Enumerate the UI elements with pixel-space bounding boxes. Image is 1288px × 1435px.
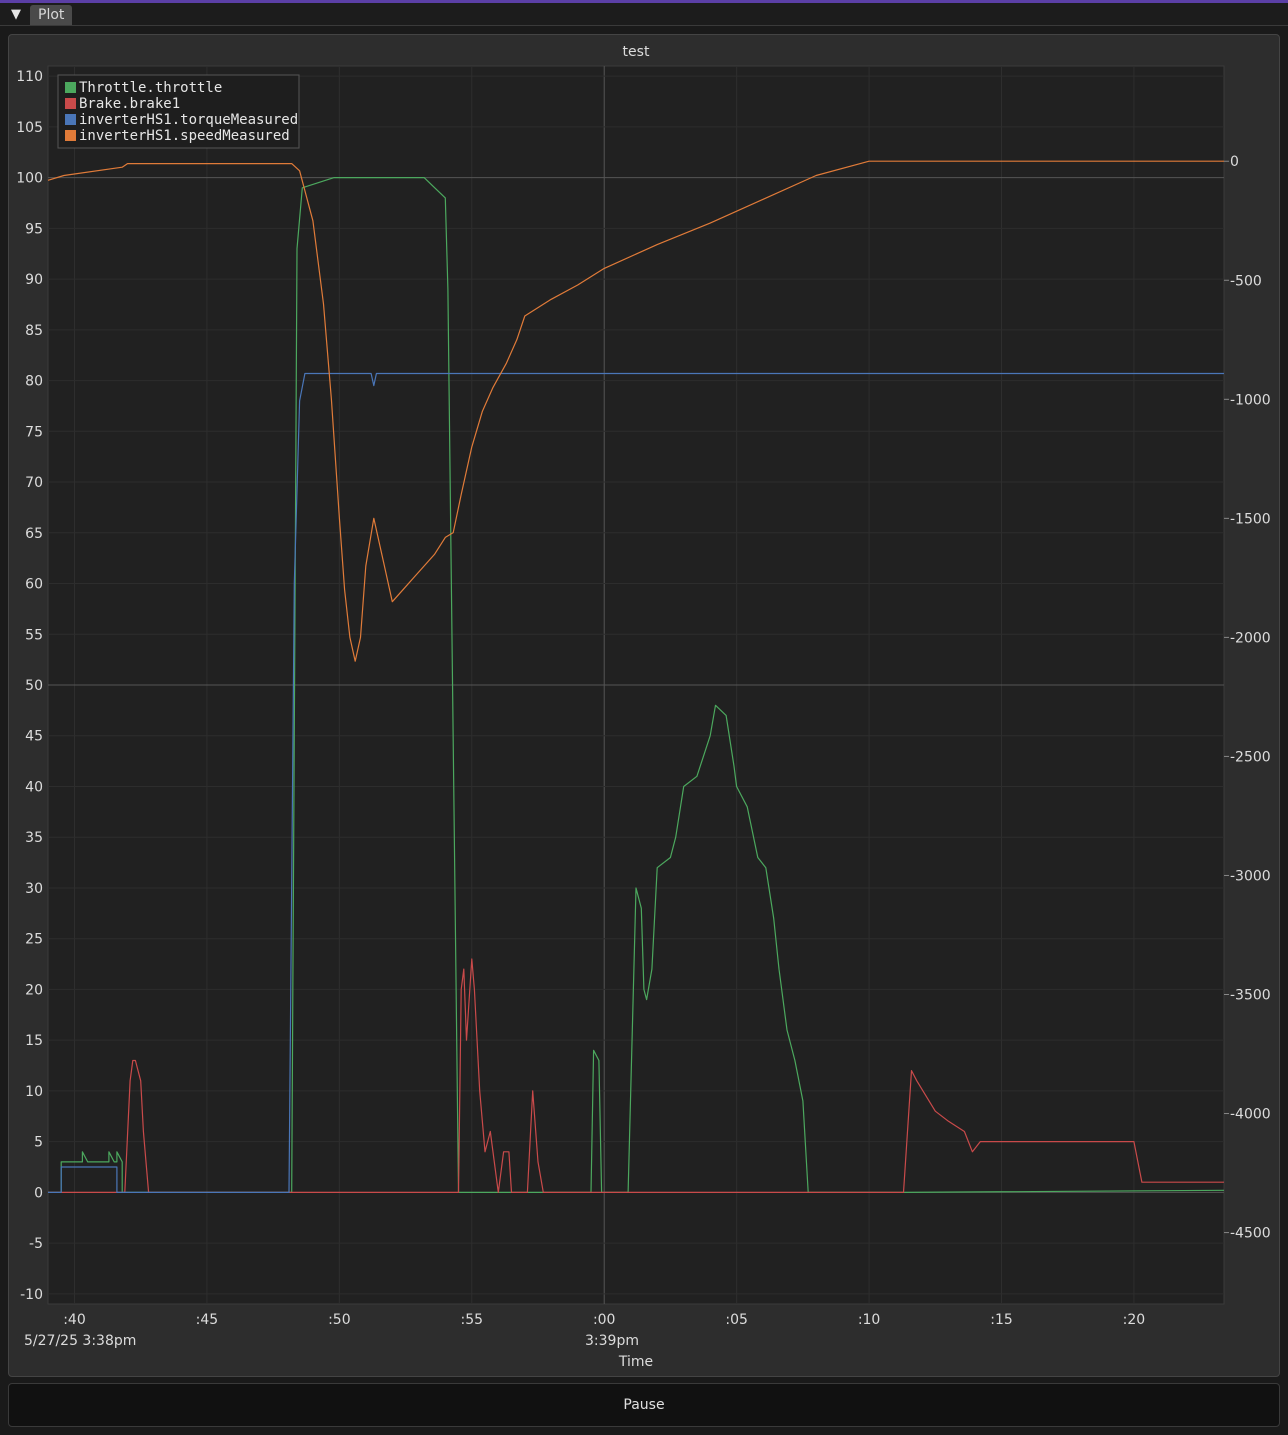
y-left-tick-label: 95 — [25, 221, 43, 237]
y-left-tick-label: 110 — [16, 69, 43, 85]
x-tick-label: :45 — [196, 1312, 219, 1328]
legend-swatch-throttle — [65, 82, 76, 93]
y-left-tick-label: 55 — [25, 627, 43, 643]
y-left-tick-label: 25 — [25, 932, 43, 948]
date-label-left: 5/27/25 3:38pm — [24, 1333, 136, 1349]
y-right-tick-label: -4500 — [1230, 1226, 1271, 1242]
y-left-tick-label: -5 — [29, 1236, 43, 1252]
y-left-tick-label: 45 — [25, 729, 43, 745]
legend-label-throttle[interactable]: Throttle.throttle — [79, 80, 222, 96]
legend-label-speed[interactable]: inverterHS1.speedMeasured — [79, 128, 290, 144]
y-left-tick-label: 40 — [25, 779, 43, 795]
y-right-tick-label: -3500 — [1230, 988, 1271, 1004]
y-left-tick-label: 35 — [25, 830, 43, 846]
x-axis-label: Time — [618, 1354, 653, 1370]
y-right-tick-label: -2500 — [1230, 749, 1271, 765]
y-left-tick-label: 10 — [25, 1084, 43, 1100]
x-tick-label: :05 — [725, 1312, 748, 1328]
x-tick-label: :50 — [328, 1312, 351, 1328]
x-tick-label: :55 — [461, 1312, 484, 1328]
y-right-tick-label: -1500 — [1230, 511, 1271, 527]
plot-title: test — [623, 44, 650, 60]
y-right-tick-label: -2000 — [1230, 630, 1271, 646]
y-left-tick-label: 15 — [25, 1033, 43, 1049]
pause-button[interactable]: Pause — [8, 1383, 1280, 1427]
x-tick-label: :00 — [593, 1312, 616, 1328]
y-right-tick-label: -4000 — [1230, 1107, 1271, 1123]
y-left-tick-label: 75 — [25, 424, 43, 440]
y-left-tick-label: 5 — [34, 1135, 43, 1151]
y-left-tick-label: 85 — [25, 323, 43, 339]
y-left-tick-label: -10 — [20, 1287, 43, 1303]
legend-label-torque[interactable]: inverterHS1.torqueMeasured — [79, 112, 298, 128]
y-right-tick-label: -1000 — [1230, 392, 1271, 408]
y-left-tick-label: 30 — [25, 881, 43, 897]
y-right-tick-label: -500 — [1230, 273, 1262, 289]
legend-swatch-brake — [65, 98, 76, 109]
x-tick-label: :10 — [858, 1312, 881, 1328]
y-left-tick-label: 65 — [25, 526, 43, 542]
y-left-tick-label: 105 — [16, 120, 43, 136]
x-tick-label: :40 — [63, 1312, 86, 1328]
y-left-tick-label: 80 — [25, 374, 43, 390]
x-tick-label: :15 — [990, 1312, 1013, 1328]
y-right-tick-label: -3000 — [1230, 868, 1271, 884]
date-label-center: 3:39pm — [585, 1333, 639, 1349]
x-tick-label: :20 — [1123, 1312, 1146, 1328]
legend[interactable]: Throttle.throttle Brake.brake1 inverterH… — [57, 74, 300, 149]
line-chart[interactable]: :40:45:50:55:00:05:10:15:201101051009590… — [0, 0, 1288, 1435]
y-left-tick-label: 70 — [25, 475, 43, 491]
y-left-tick-label: 0 — [34, 1185, 43, 1201]
y-right-tick-label: 0 — [1230, 154, 1239, 170]
y-left-tick-label: 50 — [25, 678, 43, 694]
legend-swatch-speed — [65, 130, 76, 141]
y-left-tick-label: 90 — [25, 272, 43, 288]
y-left-tick-label: 20 — [25, 982, 43, 998]
y-left-tick-label: 60 — [25, 577, 43, 593]
legend-label-brake[interactable]: Brake.brake1 — [79, 96, 180, 112]
legend-swatch-torque — [65, 114, 76, 125]
y-left-tick-label: 100 — [16, 171, 43, 187]
